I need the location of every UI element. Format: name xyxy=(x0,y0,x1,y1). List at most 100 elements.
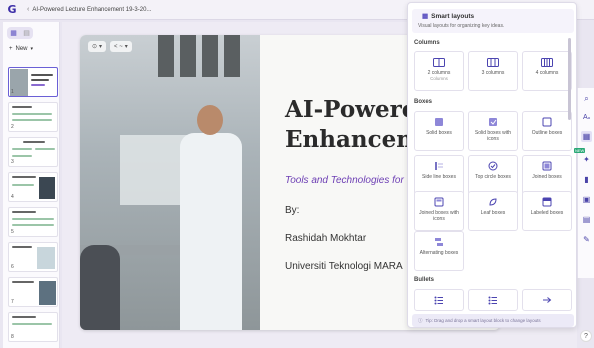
sparkle-icon[interactable]: ✦ xyxy=(581,154,592,165)
new-slide-button[interactable]: + New ▾ xyxy=(9,46,33,52)
title-line: AI-Powere xyxy=(285,96,417,123)
layout-label: Side line boxes xyxy=(422,174,456,180)
layout-solid-boxes[interactable]: Solid boxes xyxy=(414,111,464,151)
smart-layouts-title: ▦ Smart layouts xyxy=(422,12,475,21)
layout-joined-boxes[interactable]: Joined boxes xyxy=(522,155,572,195)
slide-thumbnail[interactable]: 3 xyxy=(8,137,58,167)
slide-institution[interactable]: Universiti Teknologi MARA xyxy=(285,261,403,272)
layout-4-columns[interactable]: 4 columns xyxy=(522,51,572,91)
layout-leaf-boxes[interactable]: Leaf boxes xyxy=(468,191,518,231)
layout-alternating-boxes[interactable]: Alternating boxes xyxy=(414,231,464,271)
section-bullets: Bullets xyxy=(414,277,435,283)
slide-thumbnail[interactable]: 2 xyxy=(8,102,58,132)
chevron-left-icon[interactable]: ‹ xyxy=(27,6,29,13)
layout-outline-boxes[interactable]: Outline boxes xyxy=(522,111,572,151)
outline-box-icon xyxy=(541,117,553,127)
app-logo[interactable]: G xyxy=(5,3,19,17)
section-columns: Columns xyxy=(414,40,440,46)
slide-thumbnail[interactable]: 8 xyxy=(8,312,58,342)
layout-icon[interactable]: ▦ xyxy=(581,131,592,142)
slide-thumbnail[interactable]: 4 xyxy=(8,172,58,202)
new-slide-label: New xyxy=(15,46,28,52)
image-icon[interactable]: ▣ xyxy=(581,194,592,205)
table-icon[interactable]: ▤ xyxy=(581,214,592,225)
bullet-list-icon xyxy=(433,295,445,305)
slide-author[interactable]: Rashidah Mokhtar xyxy=(285,233,366,244)
top-circle-box-icon xyxy=(487,161,499,171)
slide-toolbar: ⊙ ▾ < ~ ▾ xyxy=(88,41,132,52)
share-icon: < ~ xyxy=(114,43,123,50)
layout-label: Outline boxes xyxy=(531,130,563,136)
tip-text: Tip: Drag and drop a smart layout block … xyxy=(425,318,541,323)
arrow-right-icon xyxy=(541,295,553,305)
smart-layouts-header: ▦ Smart layouts Visual layouts for organ… xyxy=(412,9,574,33)
slide-title[interactable]: AI-Powere Enhancem xyxy=(285,95,421,155)
layout-label: Top circle boxes xyxy=(475,174,511,180)
leaf-box-icon xyxy=(487,197,499,207)
right-toolbar: ⌕ Aa ▦ NEW ✦ ▮ ▣ ▤ ✎ xyxy=(574,88,594,278)
plus-icon: + xyxy=(9,46,13,52)
layout-3-columns[interactable]: 3 columns xyxy=(468,51,518,91)
layout-note: Columns xyxy=(430,76,448,81)
new-badge: NEW xyxy=(574,148,586,153)
layout-icon: ▦ xyxy=(422,13,429,20)
title-line: Enhancem xyxy=(285,126,421,153)
alternating-box-icon xyxy=(433,237,445,247)
four-columns-icon xyxy=(541,57,553,67)
list-view-icon[interactable]: ▤ xyxy=(23,29,30,37)
slide-thumbnail[interactable]: 7 xyxy=(8,277,58,307)
search-icon[interactable]: ⌕ xyxy=(581,93,592,104)
layout-side-line-boxes[interactable]: Side line boxes xyxy=(414,155,464,195)
solid-box-icon-icon xyxy=(487,117,499,127)
layout-top-circle-boxes[interactable]: Top circle boxes xyxy=(468,155,518,195)
layout-labeled-boxes[interactable]: Labeled boxes xyxy=(522,191,572,231)
layout-label: Labeled boxes xyxy=(530,210,564,216)
chevron-down-icon: ▾ xyxy=(30,46,34,52)
smart-layouts-title-text: Smart layouts xyxy=(431,12,475,20)
text-icon[interactable]: Aa xyxy=(581,112,592,123)
slide-number: 4 xyxy=(11,194,14,200)
section-boxes: Boxes xyxy=(414,99,433,105)
slide-subtitle[interactable]: Tools and Technologies for xyxy=(285,175,404,186)
slide-photo[interactable] xyxy=(80,35,260,330)
chevron-down-icon: ▾ xyxy=(99,44,103,50)
layout-bullets-1[interactable] xyxy=(414,289,464,311)
slide-by-label[interactable]: By: xyxy=(285,205,299,216)
slide-number: 3 xyxy=(11,159,14,165)
edit-icon[interactable]: ✎ xyxy=(581,234,592,245)
slide-share-button[interactable]: < ~ ▾ xyxy=(110,41,132,52)
solid-box-icon xyxy=(433,117,445,127)
layout-bullets-3[interactable] xyxy=(522,289,572,311)
smart-layouts-panel: ▦ Smart layouts Visual layouts for organ… xyxy=(407,2,577,328)
slide-number: 8 xyxy=(11,334,14,340)
layout-label: 4 columns xyxy=(535,70,559,76)
bullet-list-icon xyxy=(487,295,499,305)
panel-scrollbar[interactable] xyxy=(568,38,571,120)
slide-number: 5 xyxy=(11,229,14,235)
layout-label: Joined boxes with icons xyxy=(419,210,459,222)
layout-bullets-2[interactable] xyxy=(468,289,518,311)
slide-thumbnail[interactable]: 5 xyxy=(8,207,58,237)
slide-thumbnail[interactable]: 1 xyxy=(8,67,58,97)
chevron-down-icon: ▾ xyxy=(124,44,128,50)
slide-number: 6 xyxy=(11,264,14,270)
layout-joined-boxes-with-icons[interactable]: Joined boxes with icons xyxy=(414,191,464,231)
info-icon: ⓘ xyxy=(418,317,423,323)
layout-label: Solid boxes with icons xyxy=(474,130,512,142)
document-title[interactable]: ‹ AI-Powered Lecture Enhancement 19-3-20… xyxy=(27,6,151,13)
smart-layouts-description: Visual layouts for organizing key ideas. xyxy=(418,23,505,29)
settings-icon: ⊙ xyxy=(92,44,98,50)
chart-icon[interactable]: ▮ xyxy=(581,174,592,185)
layout-label: Alternating boxes xyxy=(419,250,459,256)
document-title-text: AI-Powered Lecture Enhancement 19-3-20..… xyxy=(32,6,152,13)
layout-2-columns[interactable]: 2 columns Columns xyxy=(414,51,464,91)
slide-thumbnail[interactable]: 6 xyxy=(8,242,58,272)
slide-settings-button[interactable]: ⊙ ▾ xyxy=(88,41,107,52)
slide-thumbnail-panel: ▦ ▤ + New ▾ 1 2 3 4 5 6 7 8 xyxy=(3,22,60,348)
grid-view-icon[interactable]: ▦ xyxy=(10,29,17,37)
slide-number: 1 xyxy=(11,89,14,95)
help-button[interactable]: ? xyxy=(580,330,592,342)
layout-solid-boxes-with-icons[interactable]: Solid boxes with icons xyxy=(468,111,518,151)
view-toggle[interactable]: ▦ ▤ xyxy=(7,27,33,39)
layout-label: Joined boxes xyxy=(532,174,562,180)
